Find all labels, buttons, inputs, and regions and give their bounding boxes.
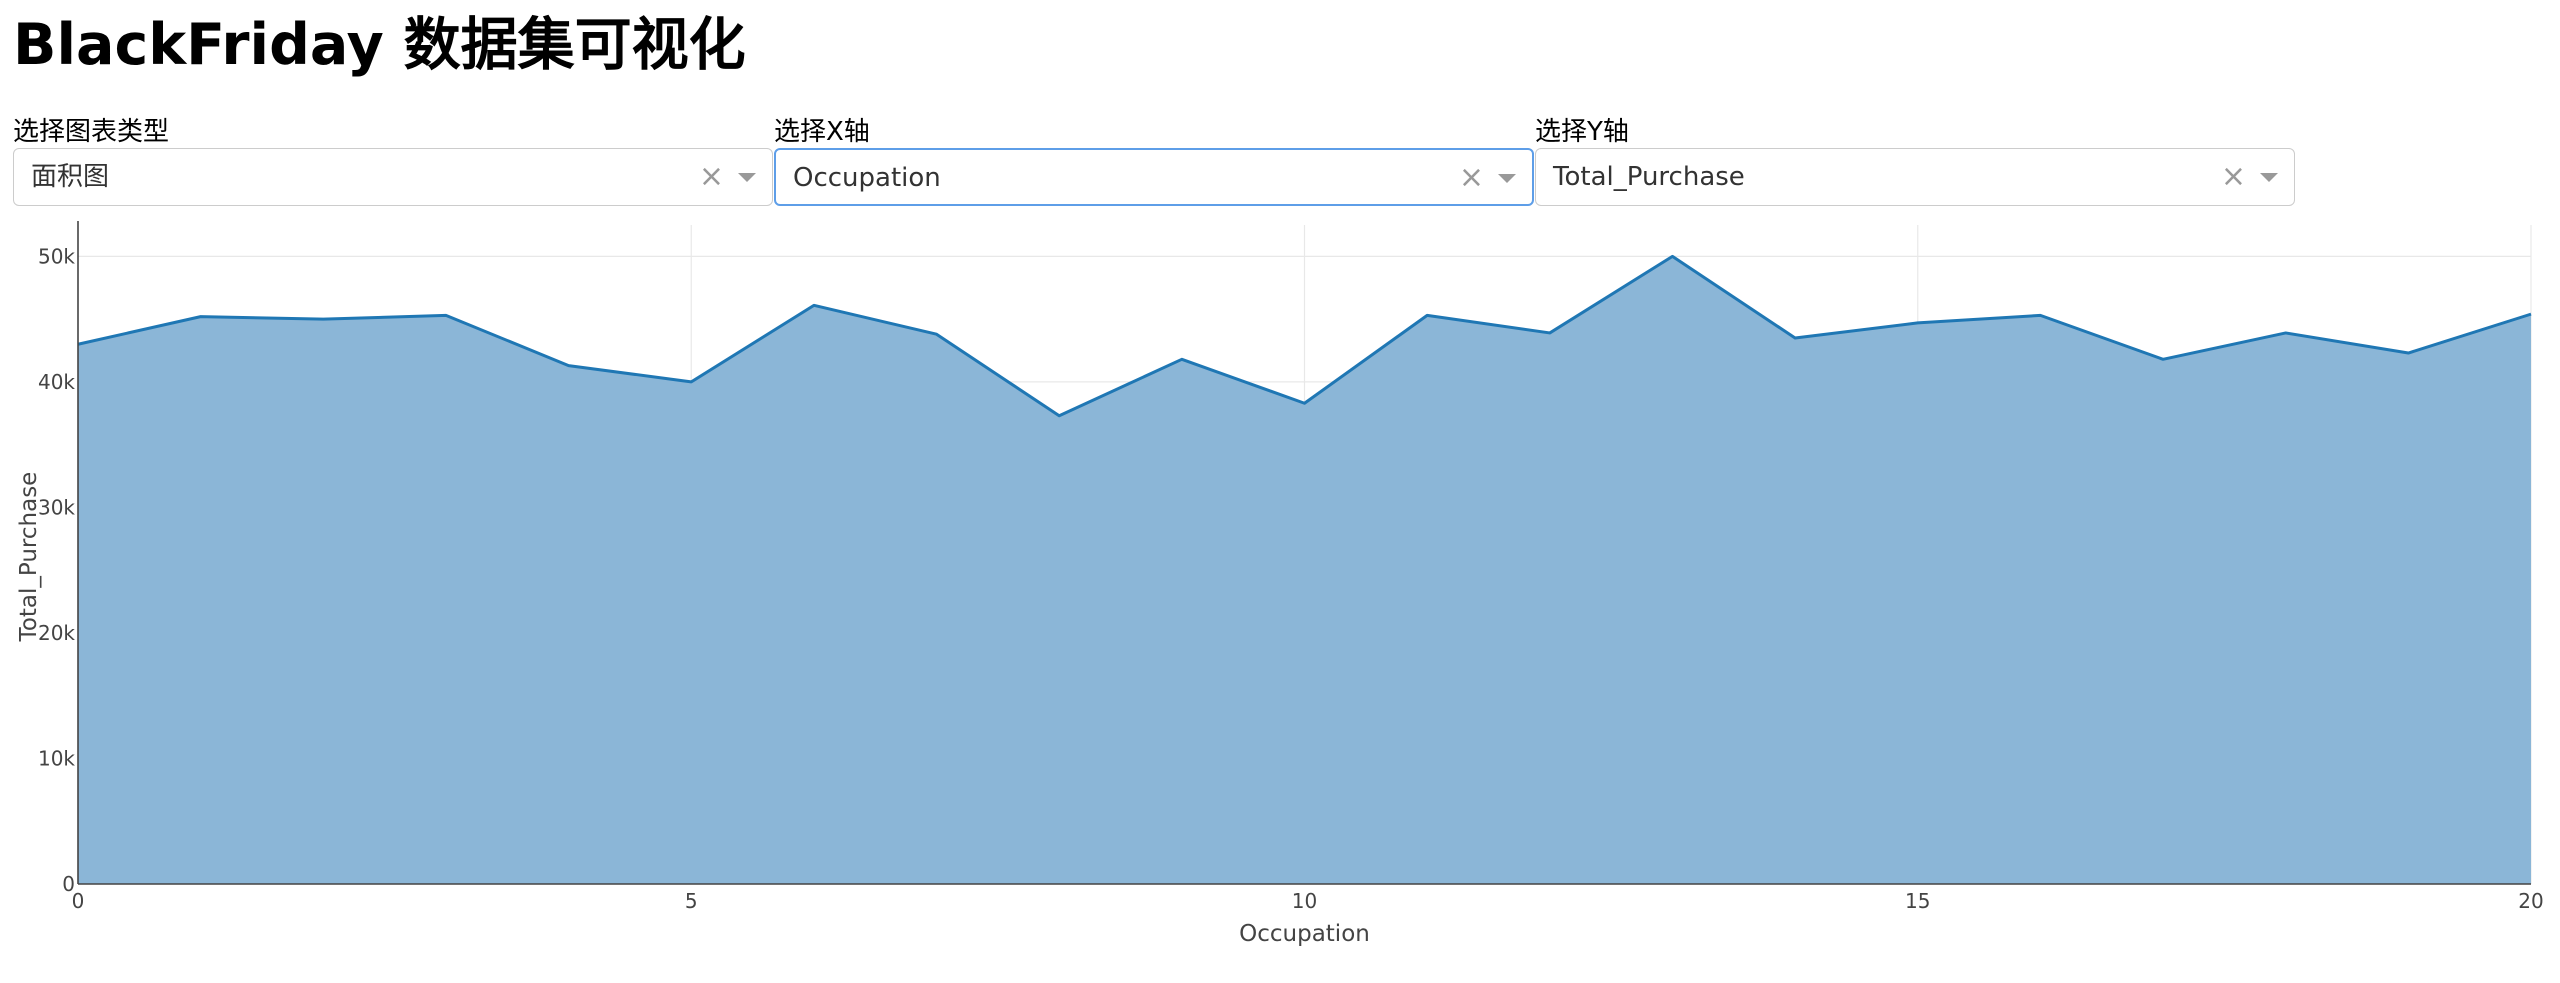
area-chart[interactable]: 010k20k30k40k50k0 5 10 15 20OccupationTotal_…	[0, 218, 2560, 978]
y-axis-label: 选择Y轴	[1535, 117, 1629, 147]
data-point[interactable]	[808, 299, 820, 311]
y-axis-dropdown[interactable]: Total_Purchase ×	[1535, 148, 2295, 206]
x-axis-selected-value: Occupation	[793, 163, 941, 193]
data-point[interactable]	[1053, 410, 1065, 422]
data-point[interactable]	[1544, 327, 1556, 339]
data-point[interactable]	[1176, 353, 1188, 365]
data-point[interactable]	[685, 376, 697, 388]
clear-icon[interactable]: ×	[699, 149, 724, 205]
chart-type-dropdown[interactable]: 面积图 ×	[13, 148, 773, 206]
x-tick-label: 20	[2518, 889, 2543, 913]
data-point[interactable]	[1666, 250, 1678, 262]
y-tick-label: 20k	[38, 621, 75, 645]
x-axis-dropdown[interactable]: Occupation ×	[774, 148, 1534, 206]
data-point[interactable]	[440, 309, 452, 321]
page-title: BlackFriday 数据集可视化	[13, 12, 746, 78]
data-point[interactable]	[2525, 308, 2537, 320]
x-tick-label: 15	[1905, 889, 1930, 913]
data-point[interactable]	[1299, 397, 1311, 409]
x-axis-title: Occupation	[1239, 921, 1370, 947]
y-tick-label: 10k	[38, 746, 75, 770]
data-point[interactable]	[317, 313, 329, 325]
data-point[interactable]	[1789, 332, 1801, 344]
data-point[interactable]	[2157, 353, 2169, 365]
chevron-down-icon[interactable]	[2260, 173, 2278, 182]
y-tick-label: 30k	[38, 495, 75, 519]
data-point[interactable]	[2280, 327, 2292, 339]
data-point[interactable]	[1912, 317, 1924, 329]
data-point[interactable]	[195, 311, 207, 323]
data-point[interactable]	[931, 328, 943, 340]
y-axis-title: Total_Purchase	[16, 472, 42, 643]
data-point[interactable]	[563, 360, 575, 372]
y-axis-selected-value: Total_Purchase	[1553, 162, 1745, 192]
y-tick-label: 40k	[38, 370, 75, 394]
clear-icon[interactable]: ×	[2221, 149, 2246, 205]
y-tick-label: 50k	[38, 244, 75, 268]
x-tick-label: 10	[1292, 889, 1317, 913]
clear-icon[interactable]: ×	[1459, 150, 1484, 206]
data-point[interactable]	[2034, 309, 2046, 321]
chart-type-label: 选择图表类型	[13, 117, 170, 147]
x-axis-label: 选择X轴	[774, 117, 870, 147]
chevron-down-icon[interactable]	[738, 173, 756, 182]
chart-type-selected-value: 面积图	[31, 162, 110, 192]
data-point[interactable]	[1421, 309, 1433, 321]
chevron-down-icon[interactable]	[1498, 174, 1516, 183]
x-tick-label: 5	[685, 889, 698, 913]
x-tick-label: 0	[72, 889, 85, 913]
data-point[interactable]	[2402, 347, 2414, 359]
